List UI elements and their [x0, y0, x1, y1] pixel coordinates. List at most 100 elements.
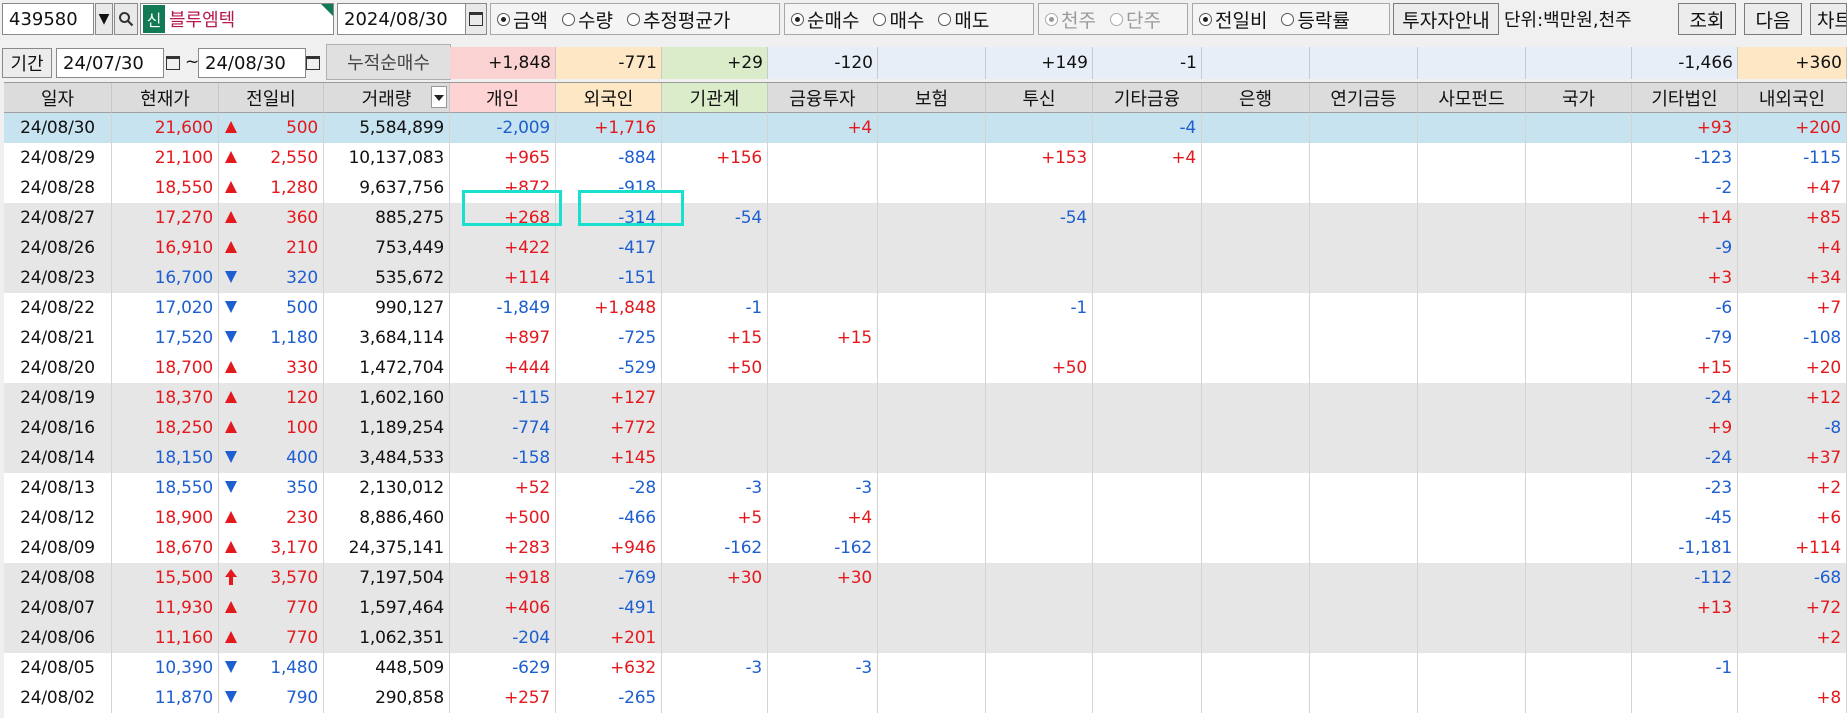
unit-label: 단위:백만원,천주 — [1504, 10, 1632, 31]
table-row[interactable]: 24/08/26 16,910 210 753,449 +422 -417 -9 +4 — [4, 233, 1847, 263]
period-start-input[interactable]: 24/07/30 — [56, 48, 164, 78]
cell-foreign: +772 — [556, 413, 662, 443]
cell-volume: 1,472,704 — [324, 353, 450, 383]
period-end-input[interactable]: 24/08/30 — [198, 48, 306, 78]
col-header-price[interactable]: 현재가 — [112, 83, 219, 113]
table-row[interactable]: 24/08/20 18,700 330 1,472,704 +444 -529 +50 +50… — [4, 353, 1847, 383]
col-header-nation[interactable]: 국가 — [1526, 83, 1632, 113]
table-row[interactable]: 24/08/02 11,870 790 290,858 +257 -265 +8 — [4, 683, 1847, 713]
cell-financial-invest: -3 — [768, 473, 878, 503]
table-row[interactable]: 24/08/06 11,160 770 1,062,351 -204 +201 +2 — [4, 623, 1847, 653]
stock-code-dropdown-button[interactable]: ▼ — [95, 3, 113, 35]
col-header-private-fund[interactable]: 사모펀드 — [1418, 83, 1526, 113]
cell-nation — [1526, 323, 1632, 353]
period-start-calendar-button[interactable] — [162, 48, 184, 78]
table-row[interactable]: 24/08/19 18,370 120 1,602,160 -115 +127 -24 +12 — [4, 383, 1847, 413]
period-end-calendar-button[interactable] — [302, 48, 324, 78]
cell-insurance — [878, 503, 986, 533]
cell-volume: 448,509 — [324, 653, 450, 683]
chart-button[interactable]: 차트 — [1810, 3, 1847, 35]
cell-private-fund — [1418, 503, 1526, 533]
col-header-insurance[interactable]: 보험 — [878, 83, 986, 113]
col-header-individual[interactable]: 개인 — [450, 83, 556, 113]
cell-insurance — [878, 323, 986, 353]
radio-net-buy[interactable]: 순매수 — [791, 6, 859, 33]
date-calendar-button[interactable] — [465, 3, 487, 35]
col-header-other-corp[interactable]: 기타법인 — [1632, 83, 1738, 113]
cell-other-corp: +9 — [1632, 413, 1738, 443]
cell-bank — [1202, 503, 1310, 533]
cell-date: 24/08/28 — [4, 173, 112, 203]
table-row[interactable]: 24/08/07 11,930 770 1,597,464 +406 -491 +13 +72 — [4, 593, 1847, 623]
col-header-volume[interactable]: 거래량 — [324, 83, 450, 113]
sort-dropdown-icon[interactable] — [431, 86, 447, 108]
table-row[interactable]: 24/08/29 21,100 2,550 10,137,083 +965 -884 +15… — [4, 143, 1847, 173]
cell-trust — [986, 563, 1093, 593]
radio-change-rate[interactable]: 등락률 — [1281, 6, 1350, 33]
table-row[interactable]: 24/08/21 17,520 1,180 3,684,114 +897 -725 +15 +… — [4, 323, 1847, 353]
table-row[interactable]: 24/08/08 15,500 3,570 7,197,504 +918 -769 +30 +… — [4, 563, 1847, 593]
search-button[interactable]: 조회 — [1678, 3, 1736, 35]
period-end-value: 24/08/30 — [205, 52, 286, 74]
col-header-domestic-foreign[interactable]: 내외국인 — [1738, 83, 1847, 113]
table-row[interactable]: 24/08/05 10,390 1,480 448,509 -629 +632 -3 -3 -1 — [4, 653, 1847, 683]
cell-nation — [1526, 653, 1632, 683]
radio-amount[interactable]: 금액 — [497, 6, 548, 33]
cumulative-domestic-foreign: +360 — [1738, 47, 1847, 79]
table-row[interactable]: 24/08/12 18,900 230 8,886,460 +500 -466 +5 +4 -4… — [4, 503, 1847, 533]
cell-trust — [986, 233, 1093, 263]
date-input[interactable]: 2024/08/30 — [337, 3, 467, 35]
radio-thousand-shares[interactable]: 천주 — [1045, 6, 1096, 33]
cell-foreign: +145 — [556, 443, 662, 473]
col-header-institution[interactable]: 기관계 — [662, 83, 768, 113]
cell-trust — [986, 533, 1093, 563]
table-row[interactable]: 24/08/13 18,550 350 2,130,012 +52 -28 -3 -3 -23 +… — [4, 473, 1847, 503]
table-row[interactable]: 24/08/27 17,270 360 885,275 +268 -314 -54 -54 +1… — [4, 203, 1847, 233]
cell-other-financial — [1093, 623, 1202, 653]
stock-name-field[interactable]: 신 블루엠텍 — [140, 3, 334, 35]
radio-quantity[interactable]: 수량 — [561, 6, 613, 33]
table-row[interactable]: 24/08/30 21,600 500 5,584,899 -2,009 +1,716 +4… — [4, 113, 1847, 143]
col-header-bank[interactable]: 은행 — [1202, 83, 1310, 113]
radio-sell[interactable]: 매도 — [938, 6, 989, 33]
table-row[interactable]: 24/08/16 18,250 100 1,189,254 -774 +772 +9 -8 — [4, 413, 1847, 443]
stock-code-input[interactable]: 439580 — [2, 3, 94, 35]
cell-other-corp: -9 — [1632, 233, 1738, 263]
cell-financial-invest — [768, 263, 878, 293]
cell-date: 24/08/26 — [4, 233, 112, 263]
cell-institution — [662, 173, 768, 203]
col-header-other-financial[interactable]: 기타금융 — [1093, 83, 1202, 113]
cell-private-fund — [1418, 413, 1526, 443]
cell-price: 10,390 — [112, 653, 219, 683]
cell-individual: +283 — [450, 533, 556, 563]
cell-volume: 7,197,504 — [324, 563, 450, 593]
investor-guide-button[interactable]: 투자자안내 — [1393, 3, 1499, 35]
cell-foreign: -265 — [556, 683, 662, 713]
col-header-trust[interactable]: 투신 — [986, 83, 1093, 113]
cell-trust: -54 — [986, 203, 1093, 233]
col-header-foreign[interactable]: 외국인 — [556, 83, 662, 113]
table-row[interactable]: 24/08/22 17,020 500 990,127 -1,849 +1,848 -1 -1… — [4, 293, 1847, 323]
radio-dot-icon — [791, 12, 804, 26]
cell-insurance — [878, 263, 986, 293]
table-row[interactable]: 24/08/09 18,670 3,170 24,375,141 +283 +946 -16… — [4, 533, 1847, 563]
radio-prev-day[interactable]: 전일비 — [1199, 6, 1267, 33]
triangle-up-icon — [225, 241, 237, 253]
table-row[interactable]: 24/08/28 18,550 1,280 9,637,756 +872 -918 -2 +4… — [4, 173, 1847, 203]
cell-institution: +30 — [662, 563, 768, 593]
radio-single-shares[interactable]: 단주 — [1109, 6, 1161, 33]
cell-bank — [1202, 443, 1310, 473]
stock-search-button[interactable] — [114, 3, 138, 35]
col-header-pension[interactable]: 연기금등 — [1310, 83, 1418, 113]
radio-buy[interactable]: 매수 — [873, 6, 924, 33]
col-header-financial-invest[interactable]: 금융투자 — [768, 83, 878, 113]
next-button[interactable]: 다음 — [1744, 3, 1802, 35]
radio-estimated-avg[interactable]: 추정평균가 — [626, 6, 730, 33]
cell-financial-invest — [768, 443, 878, 473]
table-row[interactable]: 24/08/14 18,150 400 3,484,533 -158 +145 -24 +37 — [4, 443, 1847, 473]
col-header-date[interactable]: 일자 — [4, 83, 112, 113]
cell-other-corp: -45 — [1632, 503, 1738, 533]
table-row[interactable]: 24/08/23 16,700 320 535,672 +114 -151 +3 +34 — [4, 263, 1847, 293]
cumulative-trust: +149 — [986, 47, 1093, 79]
col-header-change[interactable]: 전일비 — [219, 83, 324, 113]
